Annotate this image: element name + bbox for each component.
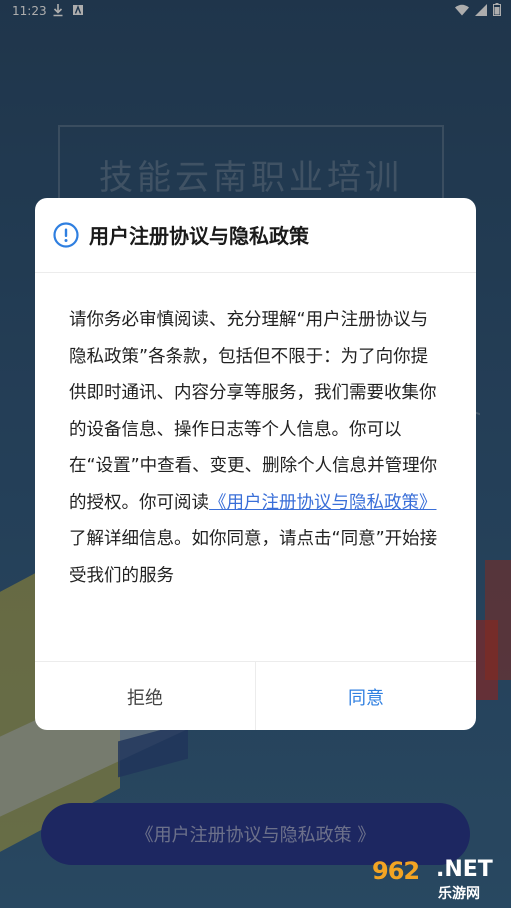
watermark-suffix: .NET (436, 857, 493, 882)
dialog-footer: 拒绝 同意 (35, 661, 476, 730)
watermark-number: 962 (372, 857, 420, 885)
dialog-header: 用户注册协议与隐私政策 (35, 198, 476, 273)
privacy-dialog: 用户注册协议与隐私政策 请你务必审慎阅读、充分理解“用户注册协议与隐私政策”各条… (35, 198, 476, 730)
reject-button[interactable]: 拒绝 (35, 662, 256, 730)
body-text-after-link: 了解详细信息。如你同意，请点击“同意”开始接受我们的服务 (69, 529, 438, 586)
dialog-body-text: 请你务必审慎阅读、充分理解“用户注册协议与隐私政策”各条款，包括但不限于：为了向… (69, 302, 441, 594)
dialog-title: 用户注册协议与隐私政策 (89, 224, 309, 248)
watermark-logo: 962 .NET 乐游网 (372, 857, 508, 903)
info-icon (53, 222, 79, 248)
policy-link[interactable]: 《用户注册协议与隐私政策》 (209, 493, 437, 513)
body-text-before-link: 请你务必审慎阅读、充分理解“用户注册协议与隐私政策”各条款，包括但不限于：为了向… (69, 310, 438, 513)
watermark-site-name: 乐游网 (438, 886, 480, 902)
agree-button[interactable]: 同意 (256, 662, 476, 730)
